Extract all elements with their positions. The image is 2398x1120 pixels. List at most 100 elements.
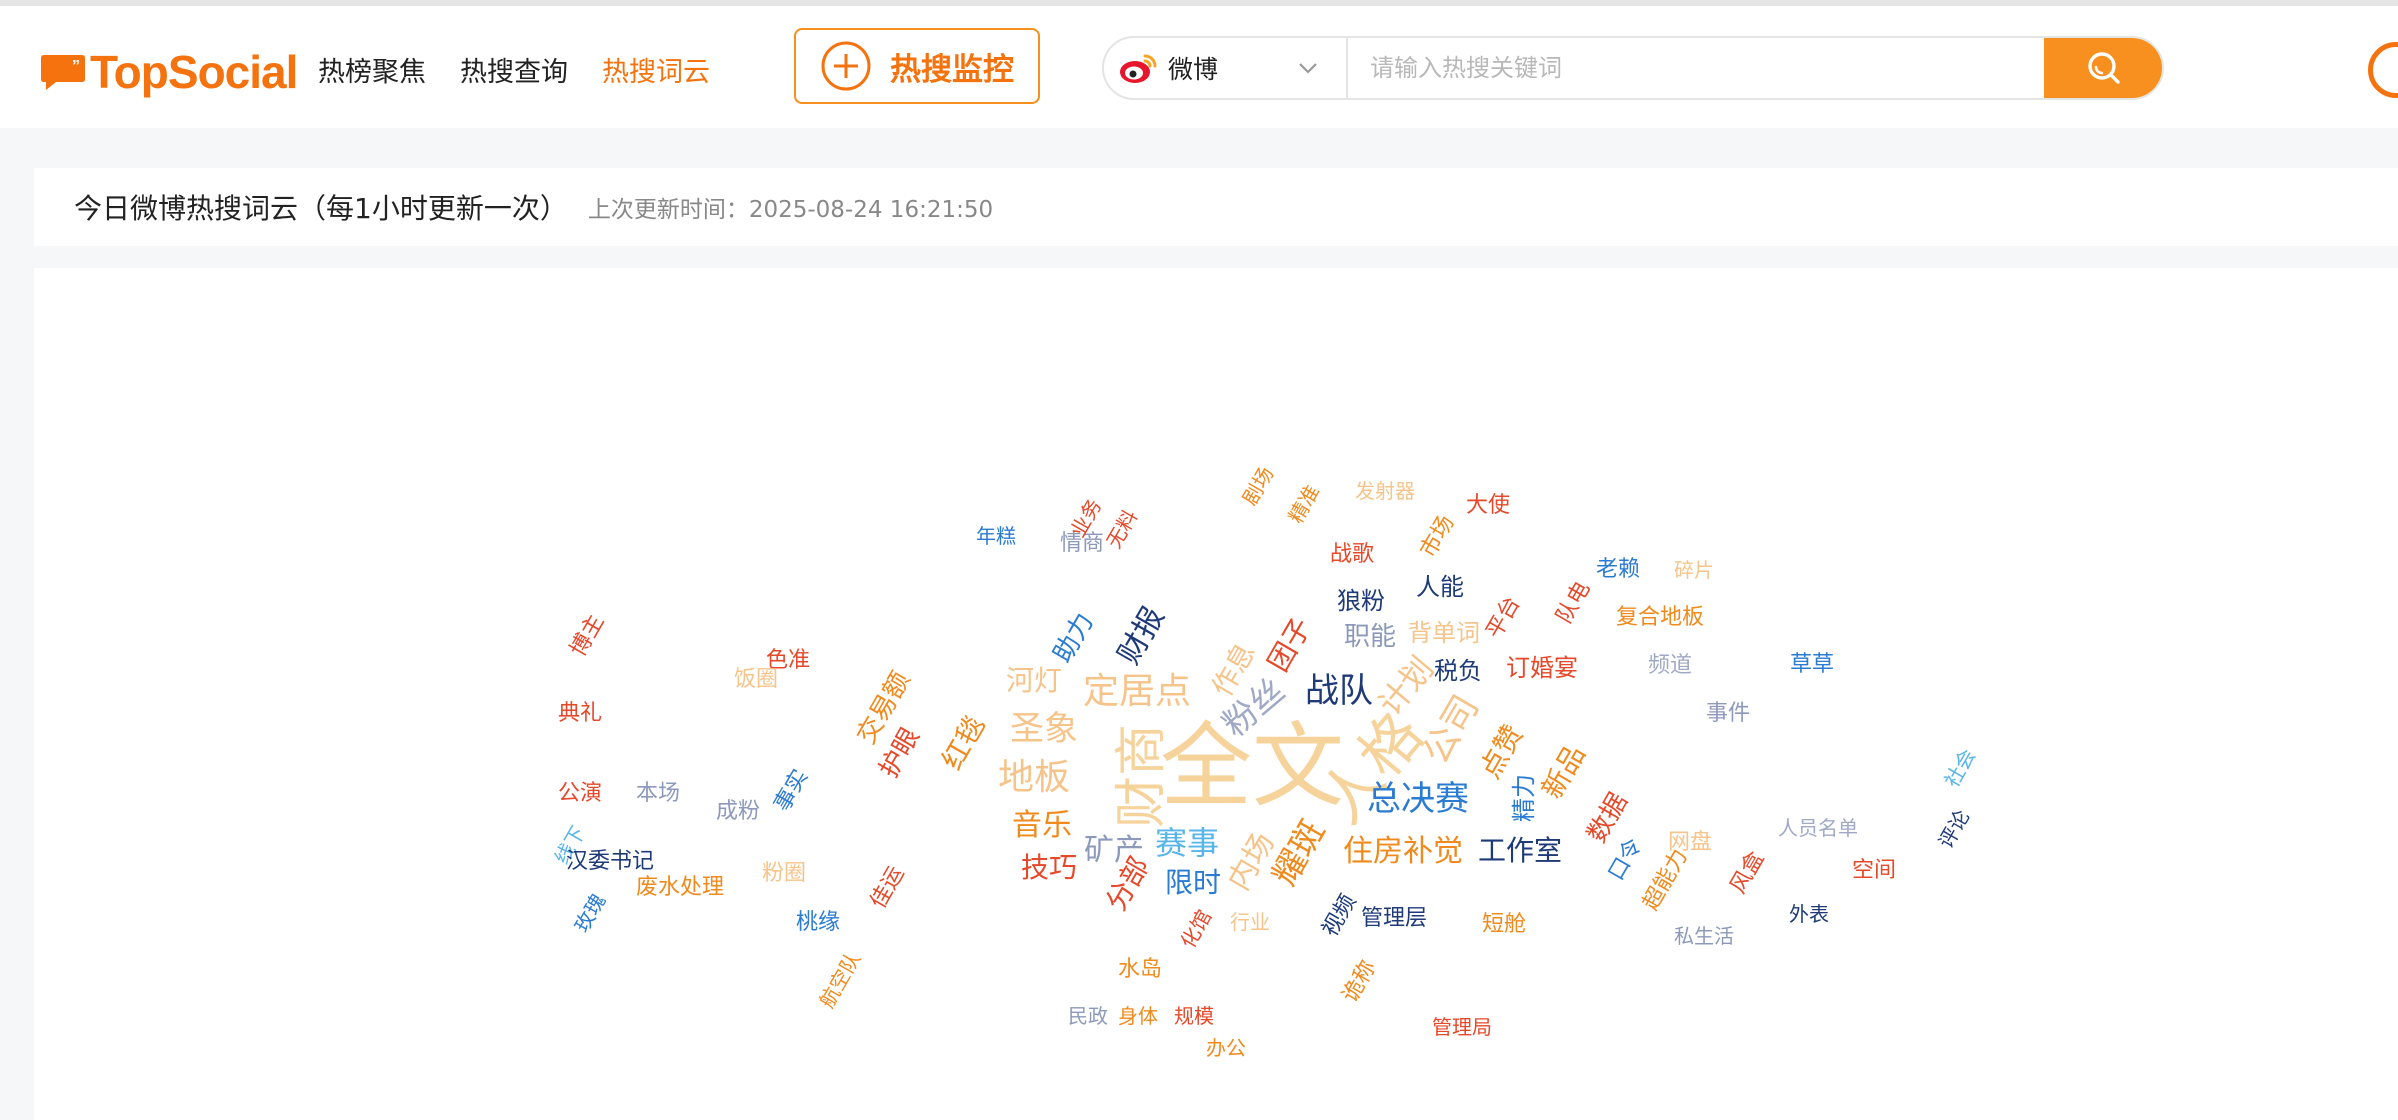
search-input[interactable]	[1348, 38, 2044, 98]
topsocial-logo[interactable]: ” TopSocial	[40, 42, 298, 102]
cloud-word[interactable]: 财报	[1111, 601, 1171, 670]
cloud-word[interactable]: 诡称	[1338, 956, 1382, 1007]
cloud-word[interactable]: 饭圈	[734, 669, 778, 691]
platform-select[interactable]: 微博	[1104, 38, 1348, 98]
platform-select-value: 微博	[1168, 55, 1219, 84]
cloud-word[interactable]: 战队	[1305, 674, 1373, 708]
word-cloud-title-panel: 今日微博热搜词云（每1小时更新一次） 上次更新时间：2025-08-24 16:…	[34, 168, 2398, 246]
cloud-word[interactable]: 视频	[1318, 890, 1362, 941]
cloud-word[interactable]: 内场	[1221, 827, 1281, 896]
cloud-word[interactable]: 规模	[1174, 1006, 1214, 1026]
cloud-word[interactable]: 桃缘	[796, 912, 840, 934]
cloud-word[interactable]: 老赖	[1596, 559, 1640, 581]
cloud-word[interactable]: 废水处理	[636, 877, 724, 899]
cloud-word[interactable]: 总决赛	[1367, 782, 1469, 816]
search-icon	[2088, 52, 2120, 84]
cloud-word[interactable]: 年糕	[976, 526, 1016, 546]
cloud-word[interactable]: 复合地板	[1616, 607, 1704, 629]
cloud-word[interactable]: 典礼	[558, 703, 602, 725]
top-navigation-bar: ” TopSocial 热榜聚焦 热搜查询 热搜词云 热搜监控 微博	[0, 6, 2398, 128]
cloud-word[interactable]: 碎片	[1674, 560, 1714, 580]
cloud-word[interactable]: 身体	[1118, 1006, 1158, 1026]
cloud-word[interactable]: 管理局	[1432, 1017, 1492, 1037]
cloud-word[interactable]: 空间	[1852, 860, 1896, 882]
cloud-word[interactable]: 精力	[1510, 774, 1538, 822]
cloud-word[interactable]: 成粉	[716, 801, 760, 823]
cloud-word[interactable]: 团子	[1261, 612, 1318, 677]
cloud-word[interactable]: 粉圈	[762, 863, 806, 885]
cloud-word[interactable]: 公司	[1416, 688, 1488, 771]
cloud-word[interactable]: 职能	[1344, 624, 1396, 650]
nav-hot-search-query[interactable]: 热搜查询	[460, 50, 568, 89]
speech-bubble-logo-icon: ”	[41, 55, 85, 90]
cloud-word[interactable]: 人能	[1416, 575, 1464, 599]
cloud-word[interactable]: 风盒	[1726, 847, 1770, 898]
chevron-down-icon	[1299, 63, 1317, 74]
cloud-word[interactable]: 发射器	[1355, 481, 1415, 501]
cloud-word[interactable]: 地板	[998, 760, 1070, 796]
word-cloud-panel: 全文 财商 人格 地板 圣象 定居点 粉丝 作息 战队 公司 计划 总决赛 住房补觉 工作室 耀斑 内场 赛事矿…	[34, 268, 2398, 1120]
cloud-word[interactable]: 水岛	[1118, 959, 1162, 981]
cloud-word[interactable]: 草草	[1790, 654, 1834, 676]
cloud-word[interactable]: 市场	[1416, 511, 1460, 562]
cloud-word[interactable]: 办公	[1206, 1038, 1246, 1058]
cloud-word[interactable]: 评论	[1934, 806, 1975, 853]
monitor-button-label: 热搜监控	[890, 51, 1014, 88]
cloud-word[interactable]: 人员名单	[1778, 818, 1858, 838]
cloud-word[interactable]: 频道	[1648, 655, 1692, 677]
cloud-word[interactable]: 事实	[770, 765, 814, 816]
user-avatar[interactable]	[2368, 42, 2398, 98]
cloud-word[interactable]: 技巧	[1021, 854, 1077, 882]
cloud-word[interactable]: 背单词	[1408, 621, 1480, 645]
cloud-word[interactable]: 音乐	[1012, 811, 1072, 841]
cloud-word[interactable]: 圣象	[1010, 712, 1078, 746]
word-cloud: 全文 财商 人格 地板 圣象 定居点 粉丝 作息 战队 公司 计划 总决赛 住房补觉 工作室 耀斑 内场 赛事矿…	[34, 268, 2398, 1120]
cloud-word[interactable]: 玫瑰	[570, 890, 611, 937]
cloud-word[interactable]: 本场	[636, 783, 680, 805]
cloud-word[interactable]: 化馆	[1176, 906, 1217, 953]
cloud-word[interactable]: 赛事	[1155, 827, 1219, 859]
cloud-word[interactable]: 短舱	[1482, 914, 1526, 936]
cloud-word[interactable]: 事件	[1706, 703, 1750, 725]
cloud-word[interactable]: 住房补觉	[1343, 837, 1463, 867]
search-button[interactable]	[2044, 38, 2162, 98]
cloud-word[interactable]: 新品	[1535, 739, 1592, 804]
cloud-word[interactable]: 大使	[1466, 495, 1510, 517]
nav-hot-word-cloud[interactable]: 热搜词云	[602, 50, 710, 89]
page-title: 今日微博热搜词云（每1小时更新一次）	[74, 192, 568, 225]
cloud-word[interactable]: 民政	[1068, 1006, 1108, 1026]
cloud-word[interactable]: 狼粉	[1337, 589, 1385, 613]
cloud-word[interactable]: 队电	[1552, 577, 1596, 628]
cloud-word[interactable]: 河灯	[1006, 667, 1062, 695]
hot-search-monitor-button[interactable]: 热搜监控	[794, 28, 1040, 104]
cloud-word[interactable]: 税负	[1434, 659, 1482, 683]
cloud-word[interactable]: 工作室	[1478, 837, 1562, 865]
cloud-word[interactable]: 社会	[1940, 745, 1981, 792]
cloud-word[interactable]: 航空队	[815, 948, 866, 1012]
cloud-word[interactable]: 订婚宴	[1506, 656, 1578, 680]
cloud-word[interactable]: 行业	[1230, 912, 1270, 932]
cloud-word[interactable]: 私生活	[1674, 926, 1734, 946]
logo-text: TopSocial	[90, 46, 298, 98]
cloud-word[interactable]: 管理层	[1361, 908, 1427, 930]
cloud-word[interactable]: 公演	[558, 783, 602, 805]
cloud-word[interactable]: 口令	[1604, 834, 1648, 885]
cloud-word[interactable]: 平台	[1482, 592, 1526, 643]
cloud-word[interactable]: 佳运	[866, 862, 910, 913]
main-nav: 热榜聚焦 热搜查询 热搜词云	[318, 50, 710, 89]
cloud-word[interactable]: 汉委书记	[566, 851, 654, 873]
cloud-word[interactable]: 财商	[1112, 724, 1172, 828]
cloud-word[interactable]: 红毯	[935, 710, 992, 775]
nav-hot-focus[interactable]: 热榜聚焦	[318, 50, 426, 89]
weibo-icon	[1120, 54, 1157, 83]
cloud-word[interactable]: 助力	[1048, 608, 1100, 668]
cloud-word[interactable]: 剧场	[1238, 463, 1279, 510]
cloud-word[interactable]: 超能力	[1638, 845, 1693, 915]
cloud-word[interactable]: 战歌	[1330, 544, 1374, 566]
cloud-word[interactable]: 无料	[1102, 506, 1143, 553]
cloud-word[interactable]: 外表	[1789, 904, 1829, 924]
cloud-word[interactable]: 精准	[1284, 481, 1325, 528]
cloud-word[interactable]: 定居点	[1083, 674, 1191, 710]
cloud-word[interactable]: 博主	[566, 610, 610, 661]
cloud-word[interactable]: 限时	[1165, 869, 1221, 897]
